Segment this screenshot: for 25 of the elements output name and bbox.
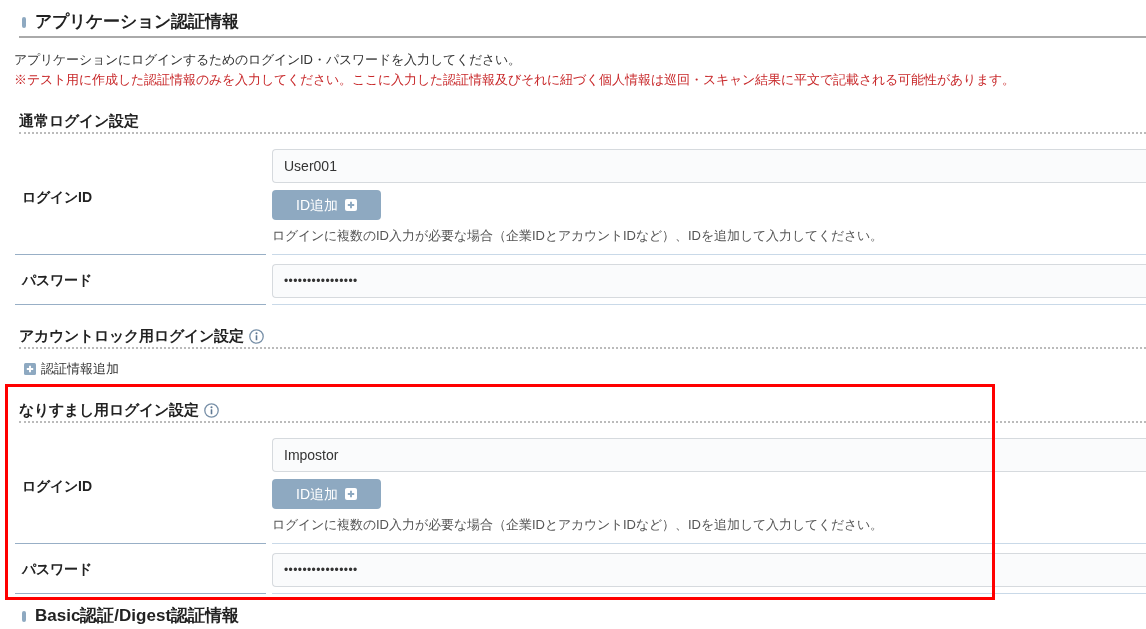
help-text: ログインに複数のID入力が必要な場合（企業IDとアカウントIDなど）、IDを追加して入力してください。: [272, 516, 884, 534]
group-title: なりすまし用ログイン設定: [19, 400, 199, 420]
field-label: ログインID: [22, 188, 92, 207]
info-icon[interactable]: [249, 328, 264, 344]
vertical-bar-icon: [22, 16, 26, 28]
password-field[interactable]: ••••••••••••••••: [272, 553, 1146, 587]
plus-icon[interactable]: [24, 363, 36, 375]
section-title: アプリケーション認証情報: [35, 12, 239, 32]
field-label: パスワード: [22, 270, 92, 290]
description-text: アプリケーションにログインするためのログインID・パスワードを入力してください。: [14, 51, 522, 69]
vertical-bar-icon: [22, 610, 26, 622]
help-text: ログインに複数のID入力が必要な場合（企業IDとアカウントIDなど）、IDを追加して入力してください。: [272, 227, 884, 245]
group-title: アカウントロック用ログイン設定: [19, 326, 244, 346]
group-title: 通常ログイン設定: [19, 111, 139, 131]
password-field[interactable]: ••••••••••••••••: [272, 264, 1146, 298]
input-field[interactable]: User001: [272, 149, 1146, 183]
info-icon[interactable]: [204, 402, 219, 418]
warning-text: ※テスト用に作成した認証情報のみを入力してください。ここに入力した認証情報及びそれに紐づく個人情報は巡回・スキャン結果に平文で記載される可能性があります。: [14, 71, 1016, 89]
plus-icon: [345, 199, 357, 211]
input-field[interactable]: Impostor: [272, 438, 1146, 472]
field-label: ログインID: [22, 477, 92, 496]
field-label: パスワード: [22, 559, 92, 579]
plus-icon: [345, 488, 357, 500]
add-credentials-link[interactable]: 認証情報追加: [41, 359, 119, 379]
section-title: Basic認証/Digest認証情報: [35, 606, 240, 626]
